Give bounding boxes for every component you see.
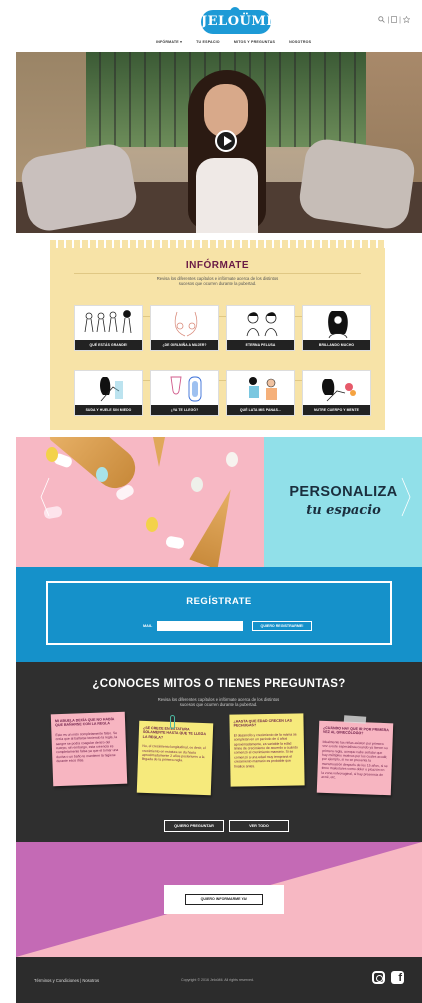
ice-cream-cone — [151, 437, 167, 467]
note-title: ¿CUÁNDO HAY QUE IR POR PRIMERA VEZ AL GI… — [322, 725, 389, 736]
header-icons: | | — [378, 15, 411, 25]
candy-egg — [226, 452, 238, 467]
chapter-card-label: NUTRE CUERPO Y MENTE — [303, 405, 370, 415]
question-note[interactable]: ¿CUÁNDO HAY QUE IR POR PRIMERA VEZ AL GI… — [316, 720, 394, 796]
note-title: MI ABUELA DECÍA QUE NO HABÍA QUE BAÑARSE… — [54, 717, 115, 728]
note-body: El desarrollo y crecimiento de la mama s… — [233, 732, 298, 769]
site-header: JELOÜMI | | INFÓRMATE ▾ TU ESPACIO MITOS… — [16, 0, 422, 52]
email-field[interactable] — [157, 621, 243, 631]
nav-tu-espacio[interactable]: TU ESPACIO — [196, 40, 220, 44]
divider: | — [387, 17, 390, 24]
note-title: ¿SE CRECE EN ESTATURA SOLAMENTE HASTA QU… — [142, 725, 206, 740]
hero-video[interactable] — [16, 52, 422, 233]
hero-bg — [296, 136, 418, 232]
personaliza-title: PERSONALIZA — [289, 484, 398, 500]
question-note[interactable]: ¿HASTA QUE EDAD CRECEN LAS PECHUGAS? El … — [229, 713, 305, 787]
chapter-card[interactable]: SUDA Y HUELE SIN MIEDO — [74, 370, 143, 416]
ask-question-button[interactable]: QUIERO PREGUNTAR — [164, 820, 224, 832]
personaliza-subtitle: tu espacio — [306, 503, 381, 518]
register-section: REGÍSTRATE MAIL QUIERO REGISTRARME! — [16, 567, 422, 662]
chapter-card-label: QUÉ LATA MIS PANAS... — [227, 405, 294, 415]
note-body: No, el crecimiento longitudinal, es deci… — [141, 744, 206, 763]
chapter-card-label: BRILLANDO MUCHO — [303, 340, 370, 350]
social-icons: f — [372, 971, 404, 984]
chapter-card[interactable]: ¿YA TE LLEGÓ? — [150, 370, 219, 416]
marshmallow — [165, 535, 185, 550]
divider — [74, 273, 361, 274]
chapter-card[interactable]: NUTRE CUERPO Y MENTE — [302, 370, 371, 416]
cta-section: QUIERO INFORMARME YA! — [16, 842, 422, 957]
nav-mitos-y-preguntas[interactable]: MITOS Y PREGUNTAS — [234, 40, 275, 44]
mitos-title: ¿CONOCES MITOS O TIENES PREGUNTAS? — [92, 678, 346, 690]
question-note[interactable]: MI ABUELA DECÍA QUE NO HABÍA QUE BAÑARSE… — [50, 711, 128, 787]
mail-label: MAIL — [143, 624, 153, 628]
candy-egg — [146, 517, 158, 532]
instagram-icon[interactable] — [372, 971, 385, 984]
chapter-card[interactable]: ¿DE GIRLNIÑA A MUJER? — [150, 305, 219, 351]
chapter-card[interactable]: BRILLANDO MUCHO — [302, 305, 371, 351]
register-button[interactable]: QUIERO REGISTRARME! — [252, 621, 312, 631]
register-title: REGÍSTRATE — [186, 596, 252, 607]
paper-edge — [50, 240, 385, 248]
personaliza-banner[interactable]: PERSONALIZA tu espacio — [16, 437, 422, 567]
ice-cream-cone — [189, 484, 245, 567]
chapter-card-label: SUDA Y HUELE SIN MIEDO — [75, 405, 142, 415]
note-body: Esto es un mito completamente falso. Se … — [55, 730, 119, 764]
play-icon[interactable] — [215, 130, 237, 152]
question-note[interactable]: ¿SE CRECE EN ESTATURA SOLAMENTE HASTA QU… — [136, 720, 214, 796]
main-nav: INFÓRMATE ▾ TU ESPACIO MITOS Y PREGUNTAS… — [156, 40, 311, 44]
footer-links[interactable]: Términos y Condiciones | Nosotros — [34, 978, 99, 983]
site-footer: Términos y Condiciones | Nosotros Copyri… — [16, 957, 422, 1003]
user-icon[interactable] — [391, 16, 397, 25]
note-body: Idealmente las niñas asisten por primera… — [321, 739, 388, 780]
inform-me-button[interactable]: QUIERO INFORMARME YA! — [185, 894, 263, 905]
chapter-card[interactable]: QUÉ LATA MIS PANAS... — [226, 370, 295, 416]
facebook-icon[interactable]: f — [391, 971, 404, 984]
search-icon[interactable] — [378, 16, 386, 25]
note-title: ¿HASTA QUE EDAD CRECEN LAS PECHUGAS? — [233, 718, 293, 728]
mitos-subtitle: Revisa los diferentes capítulos e infórm… — [157, 697, 280, 707]
divider: | — [399, 17, 401, 24]
tape — [343, 715, 367, 724]
chapter-card-label: QUÉ ESTÁS GRANDE! — [75, 340, 142, 350]
cta-box: QUIERO INFORMARME YA! — [164, 885, 284, 914]
informate-subtitle: Revisa los diferentes capítulos e infórm… — [156, 276, 279, 286]
chapter-card-label: ¿DE GIRLNIÑA A MUJER? — [151, 340, 218, 350]
register-box — [46, 581, 392, 645]
candy-egg — [96, 467, 108, 482]
candy-egg — [46, 447, 58, 462]
paperclip-icon — [170, 715, 175, 729]
chapter-card[interactable]: QUÉ ESTÁS GRANDE! — [74, 305, 143, 351]
informate-title: INFÓRMATE — [185, 260, 250, 271]
mitos-section: ¿CONOCES MITOS O TIENES PREGUNTAS? Revis… — [16, 662, 422, 842]
chapter-card-label: ¿YA TE LLEGÓ? — [151, 405, 218, 415]
copyright: Copyright © 2016 JeloüMi. All rights res… — [181, 978, 254, 982]
star-icon[interactable] — [402, 15, 411, 25]
chevron-left-icon[interactable] — [40, 477, 50, 517]
nav-informate[interactable]: INFÓRMATE ▾ — [156, 40, 182, 44]
site-logo[interactable]: JELOÜMI — [201, 7, 272, 34]
chapter-card[interactable]: ETERNA PELUSA — [226, 305, 295, 351]
chapter-card-label: ETERNA PELUSA — [227, 340, 294, 350]
personaliza-panel — [264, 437, 422, 567]
view-all-button[interactable]: VER TODO — [229, 820, 289, 832]
candy-egg — [191, 477, 203, 492]
informate-section: INFÓRMATE Revisa los diferentes capítulo… — [50, 240, 385, 430]
nav-nosotros[interactable]: NOSOTROS — [289, 40, 311, 44]
